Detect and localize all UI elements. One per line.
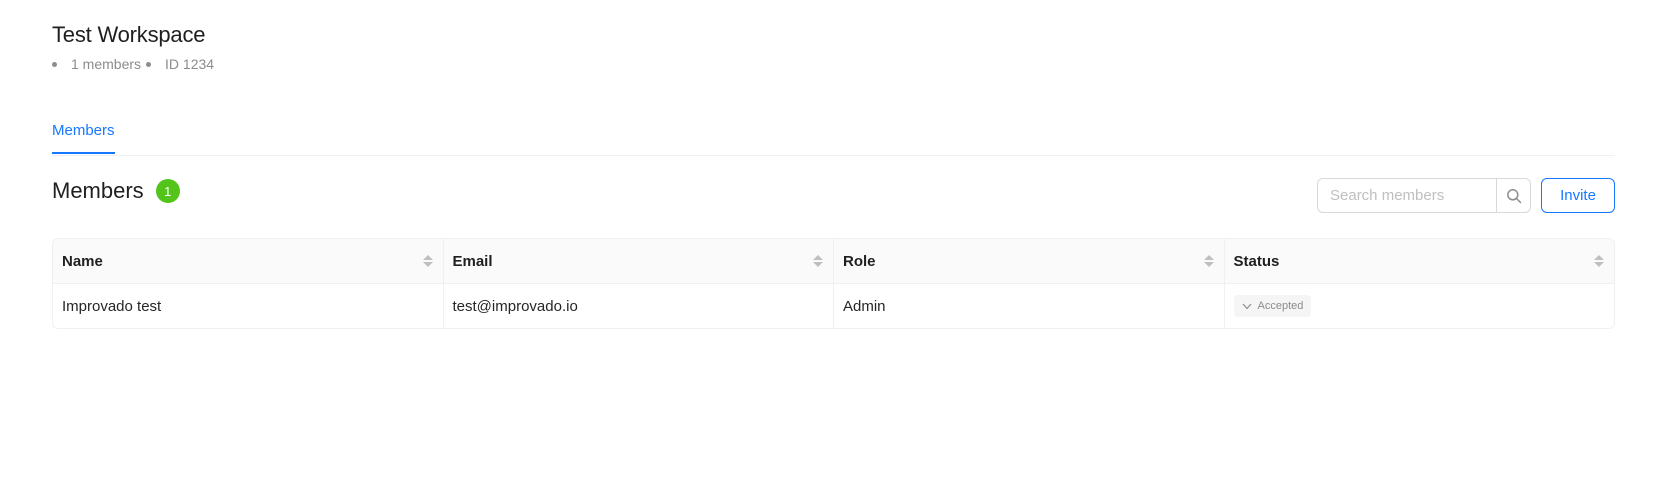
status-badge[interactable]: Accepted <box>1233 295 1312 317</box>
sort-icon[interactable] <box>1203 255 1214 267</box>
search-icon <box>1506 188 1521 203</box>
search-button[interactable] <box>1496 178 1531 213</box>
cell-email: test@improvado.io <box>444 284 834 328</box>
section-title: Members <box>52 178 144 203</box>
search-group <box>1317 178 1531 213</box>
column-header-status[interactable]: Status <box>1225 239 1615 283</box>
tab-bar: Members <box>52 108 1615 156</box>
cell-role: Admin <box>834 284 1225 328</box>
status-label: Accepted <box>1257 300 1304 312</box>
sort-icon[interactable] <box>1594 255 1604 267</box>
column-header-label: Name <box>62 252 103 270</box>
sort-icon[interactable] <box>422 255 433 267</box>
cell-status: Accepted <box>1225 284 1615 328</box>
workspace-id-text: ID 1234 <box>165 56 215 72</box>
search-input[interactable] <box>1317 178 1496 213</box>
chevron-down-icon <box>1242 303 1252 310</box>
column-header-label: Status <box>1233 252 1280 270</box>
column-header-name[interactable]: Name <box>53 239 444 283</box>
cell-name: Improvado test <box>53 284 444 328</box>
page-title: Test Workspace <box>52 22 206 47</box>
column-header-label: Role <box>843 252 876 270</box>
bullet-icon <box>146 61 152 67</box>
bullet-icon <box>52 61 57 67</box>
workspace-meta: 1 members ID 1234 <box>52 56 214 72</box>
tab-members[interactable]: Members <box>52 122 115 154</box>
members-count-text: 1 members <box>71 56 142 72</box>
invite-button[interactable]: Invite <box>1541 178 1615 213</box>
column-header-email[interactable]: Email <box>444 239 834 283</box>
column-header-role[interactable]: Role <box>834 239 1225 283</box>
members-section-header: Members 1 Invite <box>52 176 1615 216</box>
members-table: Name Email Role Status Improvado test te… <box>52 238 1615 329</box>
table-header-row: Name Email Role Status <box>53 239 1614 284</box>
workspace-header: Test Workspace 1 members ID 1234 <box>52 22 214 72</box>
table-row[interactable]: Improvado test test@improvado.io Admin A… <box>53 284 1614 328</box>
section-title-group: Members 1 <box>52 178 180 204</box>
column-header-label: Email <box>452 252 493 270</box>
sort-icon[interactable] <box>813 255 823 267</box>
member-count-badge: 1 <box>155 179 180 203</box>
